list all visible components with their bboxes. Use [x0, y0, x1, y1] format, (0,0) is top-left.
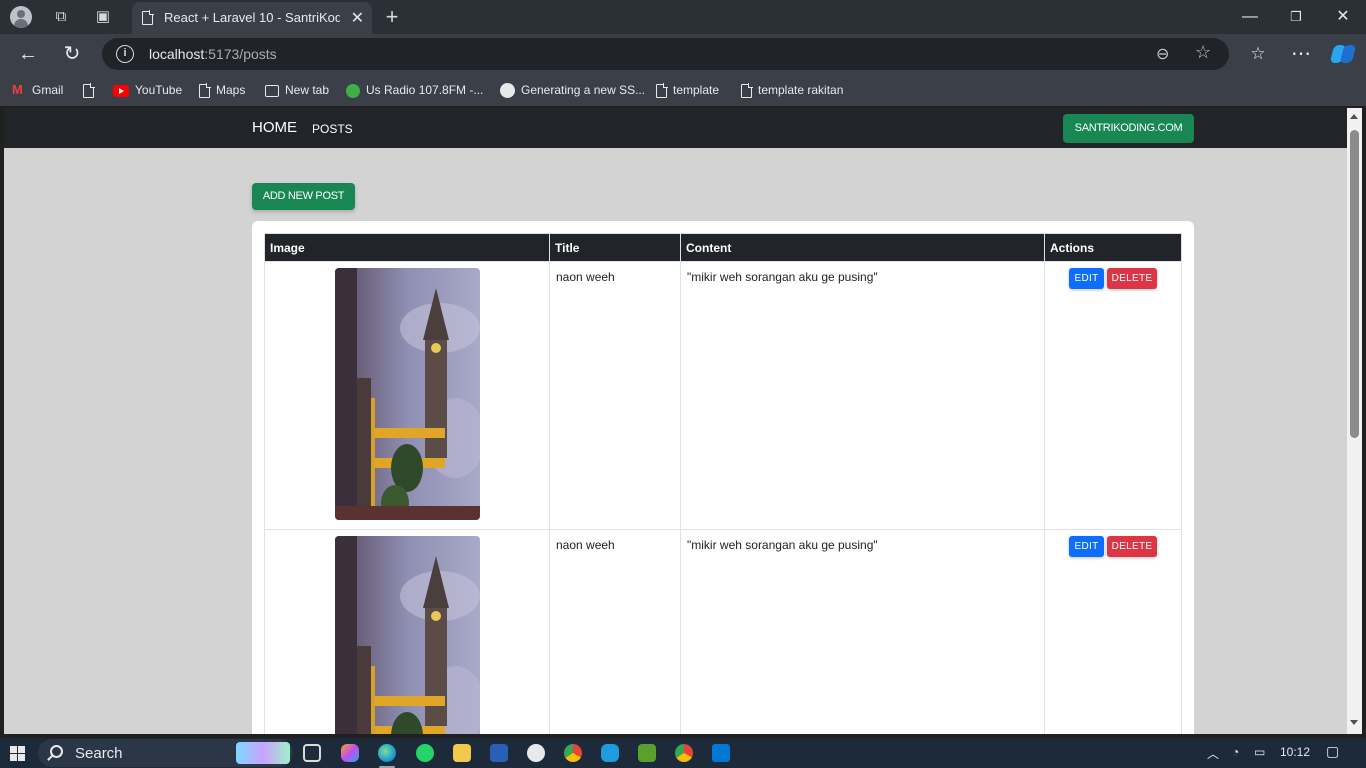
post-image — [334, 268, 480, 520]
bookmark-document[interactable] — [83, 81, 100, 99]
bookmark-radio[interactable]: Us Radio 107.8FM -... — [346, 81, 483, 99]
image-cell — [264, 529, 550, 734]
file-explorer-icon[interactable] — [453, 744, 471, 762]
posts-table: Image Title Content Actions naon weeh "m… — [264, 233, 1182, 734]
site-info-icon[interactable]: i — [116, 45, 134, 63]
chrome-icon[interactable] — [564, 744, 582, 762]
site-navbar: HOME POSTS SANTRIKODING.COM — [4, 108, 1347, 148]
bookmark-youtube[interactable]: YouTube — [113, 81, 182, 99]
actions-cell: EDIT DELETE — [1044, 261, 1182, 530]
new-tab-icon — [265, 84, 279, 97]
browser-tab-active[interactable]: React + Laravel 10 - SantriKoding. ✕ — [132, 2, 372, 34]
content-cell: "mikir weh sorangan aku ge pusing" — [680, 529, 1045, 734]
header-content: Content — [680, 233, 1045, 262]
github-desktop-icon[interactable] — [527, 744, 545, 762]
windows-taskbar: Search ︿ ◔ ▭ 10:12 ▢ — [0, 738, 1366, 768]
close-tab-icon[interactable]: ✕ — [351, 8, 364, 28]
tab-actions-icon[interactable]: ▣ — [92, 6, 114, 28]
close-window-icon[interactable]: ✕ — [1320, 4, 1366, 30]
copilot-taskbar-icon[interactable] — [341, 744, 359, 762]
nav-home-link[interactable]: HOME — [252, 119, 297, 136]
app-icon[interactable] — [601, 744, 619, 762]
edit-button[interactable]: EDIT — [1069, 536, 1104, 557]
tab-title: React + Laravel 10 - SantriKoding. — [164, 10, 340, 25]
scroll-down-arrow-icon[interactable] — [1350, 720, 1358, 725]
bookmark-gmail[interactable]: Gmail — [12, 81, 63, 99]
scrollbar-thumb[interactable] — [1350, 130, 1359, 438]
address-bar-row: ← ↻ i localhost:5173/posts ⊖ ☆ ☆ ⋯ — [0, 34, 1366, 74]
gmail-icon — [12, 81, 26, 99]
url-text[interactable]: localhost:5173/posts — [149, 46, 277, 62]
lambda-app-icon[interactable] — [638, 744, 656, 762]
search-icon — [50, 745, 63, 758]
bookmark-new-tab[interactable]: New tab — [265, 81, 329, 99]
task-view-icon[interactable] — [303, 744, 321, 762]
workspaces-icon[interactable]: ⧉ — [50, 6, 72, 28]
more-menu-icon[interactable]: ⋯ — [1289, 42, 1313, 66]
window-edge — [1362, 108, 1366, 734]
header-actions: Actions — [1044, 233, 1182, 262]
title-cell: naon weeh — [549, 529, 681, 734]
copilot-icon[interactable] — [1330, 42, 1356, 66]
header-title: Title — [549, 233, 681, 262]
document-icon — [741, 82, 753, 98]
edge-icon[interactable] — [378, 744, 396, 762]
bookmark-template-rakitan[interactable]: template rakitan — [741, 81, 843, 99]
delete-button[interactable]: DELETE — [1107, 268, 1157, 289]
delete-button[interactable]: DELETE — [1107, 536, 1157, 557]
post-image — [334, 536, 480, 734]
favorite-star-icon[interactable]: ☆ — [1195, 42, 1211, 63]
favorites-icon[interactable]: ☆ — [1246, 42, 1270, 66]
document-icon — [199, 82, 211, 98]
content-cell: "mikir weh sorangan aku ge pusing" — [680, 261, 1045, 530]
nav-posts-link[interactable]: POSTS — [312, 122, 353, 136]
battery-icon[interactable]: ▭ — [1254, 745, 1265, 759]
page-viewport: HOME POSTS SANTRIKODING.COM ADD NEW POST… — [4, 108, 1347, 734]
notifications-icon[interactable]: ▢ — [1326, 743, 1339, 760]
reload-icon[interactable]: ↻ — [60, 42, 84, 66]
santrikoding-button[interactable]: SANTRIKODING.COM — [1063, 114, 1194, 143]
radio-icon — [346, 83, 360, 98]
table-header-row: Image Title Content Actions — [264, 233, 1182, 262]
youtube-icon — [113, 84, 129, 97]
header-image: Image — [264, 233, 550, 262]
bookmark-github[interactable]: Generating a new SS... — [500, 81, 645, 99]
search-highlight-icon — [236, 742, 290, 764]
bookmarks-bar: Gmail YouTube Maps New tab Us Radio 107.… — [0, 74, 1366, 106]
profile-avatar-icon[interactable] — [10, 6, 32, 28]
image-cell — [264, 261, 550, 530]
posts-card: Image Title Content Actions naon weeh "m… — [252, 221, 1194, 734]
bookmark-maps[interactable]: Maps — [199, 81, 245, 99]
back-arrow-icon[interactable]: ← — [16, 42, 40, 66]
page-icon — [142, 10, 154, 25]
vscode-icon[interactable] — [712, 744, 730, 762]
zoom-icon[interactable]: ⊖ — [1156, 44, 1169, 64]
github-icon — [500, 83, 515, 99]
clock-time[interactable]: 10:12 — [1280, 745, 1310, 759]
tray-chevron-icon[interactable]: ︿ — [1207, 745, 1219, 762]
title-cell: naon weeh — [549, 261, 681, 530]
actions-cell: EDIT DELETE — [1044, 529, 1182, 734]
document-icon — [83, 82, 95, 98]
bookmark-template[interactable]: template — [656, 81, 719, 99]
document-icon — [656, 82, 668, 98]
new-tab-icon[interactable]: + — [381, 6, 403, 28]
browser-tab-bar: ⧉ ▣ React + Laravel 10 - SantriKoding. ✕… — [0, 0, 1366, 34]
restore-icon[interactable]: ❐ — [1273, 4, 1319, 30]
minimize-icon[interactable]: — — [1227, 4, 1273, 30]
table-row: naon weeh "mikir weh sorangan aku ge pus… — [264, 529, 1182, 734]
wifi-icon[interactable]: ◔ — [1232, 745, 1239, 759]
word-icon[interactable] — [490, 744, 508, 762]
page-scrollbar[interactable] — [1347, 108, 1362, 734]
scroll-up-arrow-icon[interactable] — [1350, 114, 1358, 119]
windows-start-icon[interactable] — [10, 746, 25, 761]
taskbar-search[interactable]: Search — [38, 739, 293, 767]
add-new-post-button[interactable]: ADD NEW POST — [252, 183, 355, 210]
whatsapp-icon[interactable] — [416, 744, 434, 762]
search-label: Search — [75, 745, 123, 762]
table-row: naon weeh "mikir weh sorangan aku ge pus… — [264, 261, 1182, 530]
address-bar[interactable]: i localhost:5173/posts ⊖ ☆ — [102, 38, 1229, 70]
edit-button[interactable]: EDIT — [1069, 268, 1104, 289]
chrome-profile-icon[interactable] — [675, 744, 693, 762]
